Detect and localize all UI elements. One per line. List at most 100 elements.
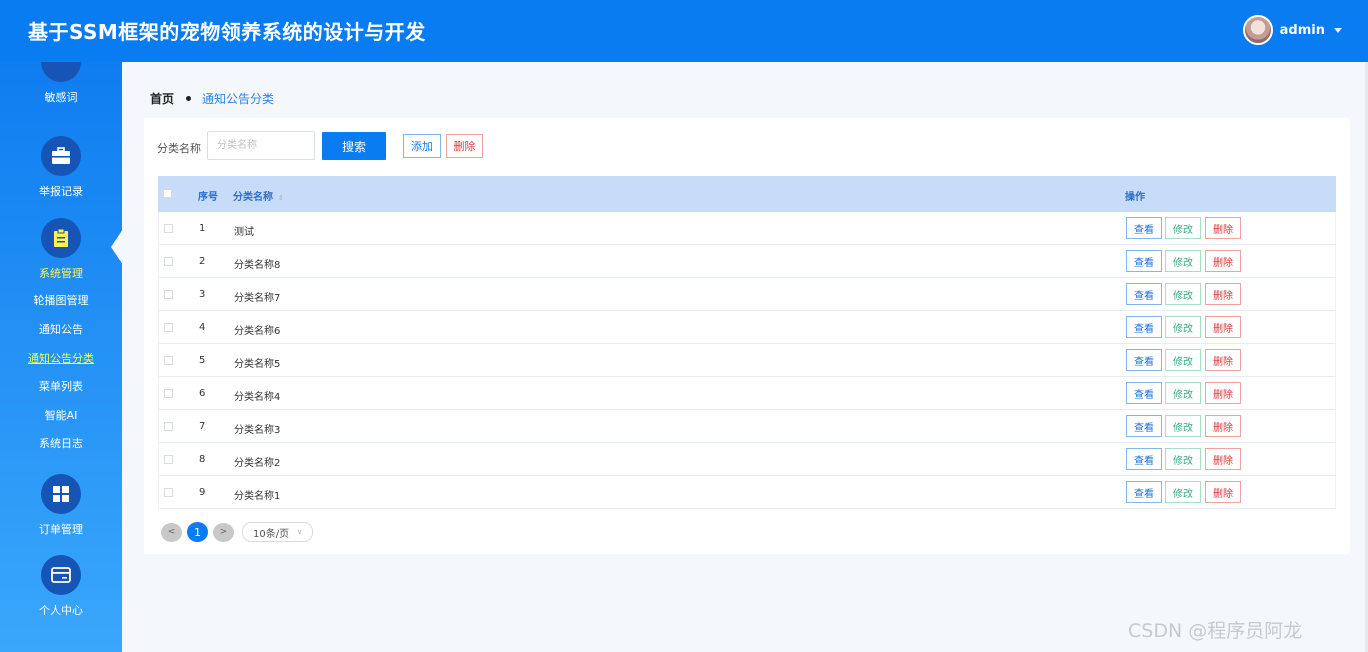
row-name: 测试 xyxy=(234,227,254,238)
edit-button[interactable]: 修改 xyxy=(1165,250,1201,272)
row-checkbox[interactable] xyxy=(164,422,173,431)
submenu-item-carousel[interactable]: 轮播图管理 xyxy=(0,292,122,308)
view-button[interactable]: 查看 xyxy=(1126,250,1162,272)
edit-button[interactable]: 修改 xyxy=(1165,415,1201,437)
breadcrumb-home[interactable]: 首页 xyxy=(150,90,174,107)
breadcrumb-separator xyxy=(186,96,192,101)
table-row: 3 分类名称7 查看 修改 删除 xyxy=(158,278,1336,311)
search-button[interactable]: 搜索 xyxy=(322,132,386,160)
row-name: 分类名称2 xyxy=(234,458,281,469)
sidebar-item-label: 订单管理 xyxy=(39,523,83,536)
edit-button[interactable]: 修改 xyxy=(1165,382,1201,404)
row-name: 分类名称3 xyxy=(234,425,281,436)
delete-button[interactable]: 删除 xyxy=(1205,217,1241,239)
edit-button[interactable]: 修改 xyxy=(1165,481,1201,503)
row-checkbox[interactable] xyxy=(164,455,173,464)
row-checkbox[interactable] xyxy=(164,488,173,497)
row-index: 4 xyxy=(199,322,206,333)
view-button[interactable]: 查看 xyxy=(1126,283,1162,305)
username[interactable]: admin xyxy=(1280,23,1325,38)
row-checkbox[interactable] xyxy=(164,356,173,365)
sort-icon[interactable]: ⇕ xyxy=(278,194,284,202)
breadcrumb-current: 通知公告分类 xyxy=(202,92,275,106)
table-row: 6 分类名称4 查看 修改 删除 xyxy=(158,377,1336,410)
table-row: 1 测试 查看 修改 删除 xyxy=(158,212,1336,245)
row-index: 5 xyxy=(199,355,206,366)
sidebar-item-system[interactable]: 系统管理 xyxy=(0,218,122,281)
view-button[interactable]: 查看 xyxy=(1126,448,1162,470)
list-icon xyxy=(41,62,81,82)
prev-page-button[interactable]: < xyxy=(161,522,182,542)
edit-button[interactable]: 修改 xyxy=(1165,448,1201,470)
top-bar: 基于SSM框架的宠物领养系统的设计与开发 admin xyxy=(0,0,1368,62)
sidebar-item-label: 个人中心 xyxy=(39,604,83,617)
submenu-item-ai[interactable]: 智能AI xyxy=(0,407,122,423)
row-name: 分类名称8 xyxy=(234,260,281,271)
row-index: 1 xyxy=(199,223,206,234)
delete-button[interactable]: 删除 xyxy=(1205,382,1241,404)
row-checkbox[interactable] xyxy=(164,224,173,233)
row-index: 7 xyxy=(199,421,206,432)
watermark: CSDN @程序员阿龙 xyxy=(1128,620,1303,642)
page-1-button[interactable]: 1 xyxy=(187,522,208,542)
sidebar-item-profile[interactable]: 个人中心 xyxy=(0,555,122,618)
submenu-item-menu-list[interactable]: 菜单列表 xyxy=(0,378,122,394)
delete-button[interactable]: 删除 xyxy=(1205,283,1241,305)
delete-button[interactable]: 删除 xyxy=(1205,481,1241,503)
edit-button[interactable]: 修改 xyxy=(1165,217,1201,239)
briefcase-icon xyxy=(41,136,81,176)
bulk-delete-button[interactable]: 删除 xyxy=(446,134,483,158)
row-checkbox[interactable] xyxy=(164,290,173,299)
sidebar-item-reports[interactable]: 举报记录 xyxy=(0,136,122,199)
delete-button[interactable]: 删除 xyxy=(1205,349,1241,371)
row-name: 分类名称5 xyxy=(234,359,281,370)
delete-button[interactable]: 删除 xyxy=(1205,415,1241,437)
sidebar-item-label: 举报记录 xyxy=(39,185,83,198)
view-button[interactable]: 查看 xyxy=(1126,316,1162,338)
sidebar-item-label: 敏感词 xyxy=(44,91,78,104)
table-header: 序号 分类名称 ⇕ 操作 xyxy=(158,176,1336,212)
header-actions: 操作 xyxy=(1125,192,1145,203)
filter-label: 分类名称 xyxy=(157,142,201,155)
row-checkbox[interactable] xyxy=(164,389,173,398)
submenu-item-system-log[interactable]: 系统日志 xyxy=(0,435,122,451)
delete-button[interactable]: 删除 xyxy=(1205,448,1241,470)
chevron-down-icon[interactable] xyxy=(1334,27,1342,33)
delete-button[interactable]: 删除 xyxy=(1205,316,1241,338)
table-row: 8 分类名称2 查看 修改 删除 xyxy=(158,443,1336,476)
user-menu[interactable]: admin xyxy=(1242,15,1342,45)
sidebar-item-sensitive-words[interactable]: 敏感词 xyxy=(0,62,122,105)
sidebar-item-label: 系统管理 xyxy=(39,267,83,280)
page-size-select[interactable]: 10条/页 ∨ xyxy=(242,522,313,542)
category-name-input[interactable] xyxy=(207,131,315,160)
page-size-value: 10条/页 xyxy=(253,528,290,540)
edit-button[interactable]: 修改 xyxy=(1165,316,1201,338)
table-row: 9 分类名称1 查看 修改 删除 xyxy=(158,476,1336,509)
chevron-down-icon: ∨ xyxy=(297,528,303,536)
header-name[interactable]: 分类名称 ⇕ xyxy=(233,188,284,203)
row-checkbox[interactable] xyxy=(164,257,173,266)
row-name: 分类名称1 xyxy=(234,491,281,502)
header-name-label: 分类名称 xyxy=(233,192,273,203)
submenu-item-notice-category[interactable]: 通知公告分类 xyxy=(0,350,122,366)
edit-button[interactable]: 修改 xyxy=(1165,349,1201,371)
sidebar-item-orders[interactable]: 订单管理 xyxy=(0,474,122,537)
content-panel: 分类名称 搜索 添加 删除 序号 分类名称⇕ 操作 1测试查看修改删除2分类名称… xyxy=(144,118,1350,554)
table-row: 7 分类名称3 查看 修改 删除 xyxy=(158,410,1336,443)
delete-button[interactable]: 删除 xyxy=(1205,250,1241,272)
view-button[interactable]: 查看 xyxy=(1126,481,1162,503)
view-button[interactable]: 查看 xyxy=(1126,415,1162,437)
view-button[interactable]: 查看 xyxy=(1126,382,1162,404)
select-all-checkbox[interactable] xyxy=(163,189,172,198)
row-checkbox[interactable] xyxy=(164,323,173,332)
submenu-item-notice[interactable]: 通知公告 xyxy=(0,321,122,337)
sidebar: 敏感词 举报记录 系统管理 轮播图管理 通知公告 通知公告分类 菜单列表 智能A… xyxy=(0,62,122,652)
app-title: 基于SSM框架的宠物领养系统的设计与开发 xyxy=(28,20,426,44)
active-indicator xyxy=(111,229,122,265)
next-page-button[interactable]: > xyxy=(213,522,234,542)
avatar[interactable] xyxy=(1242,15,1273,45)
view-button[interactable]: 查看 xyxy=(1126,349,1162,371)
add-button[interactable]: 添加 xyxy=(403,134,441,158)
edit-button[interactable]: 修改 xyxy=(1165,283,1201,305)
view-button[interactable]: 查看 xyxy=(1126,217,1162,239)
